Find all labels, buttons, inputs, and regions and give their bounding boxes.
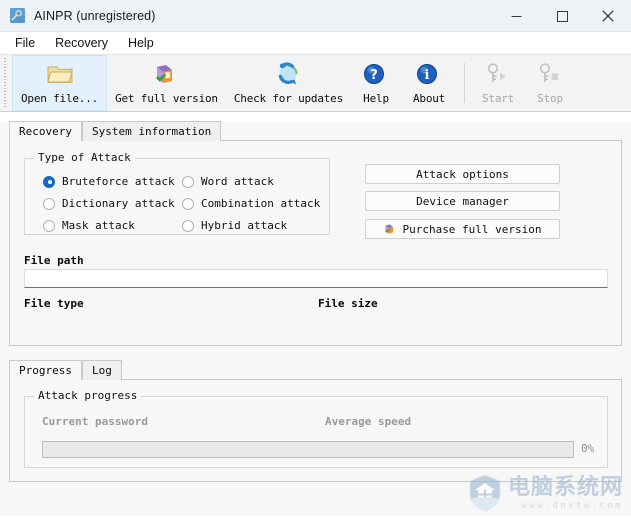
attack-progress-group: Attack progress Current password Average… (24, 389, 608, 468)
refresh-globe-icon (274, 62, 302, 88)
purchase-full-version-button[interactable]: Purchase full version (365, 219, 560, 239)
toolbar-label-stop: Stop (537, 92, 563, 105)
type-of-attack-group: Type of Attack Bruteforce attack Diction… (24, 151, 330, 235)
file-path-label: File path (24, 254, 84, 267)
question-mark-icon: ? (362, 62, 390, 88)
radio-row-bruteforce-attack[interactable]: Bruteforce attack (43, 175, 175, 188)
tab-log[interactable]: Log (81, 360, 122, 380)
svg-text:?: ? (370, 68, 378, 83)
content-area: Recovery System information Type of Atta… (0, 121, 631, 516)
radio-dictionary-attack[interactable] (43, 197, 55, 210)
radio-row-word-attack[interactable]: Word attack (182, 175, 274, 188)
toolbar-button-stop[interactable]: Stop (524, 55, 576, 111)
radio-label-hybrid-attack: Hybrid attack (201, 219, 288, 232)
file-type-label: File type (24, 297, 84, 310)
radio-label-word-attack: Word attack (201, 175, 274, 188)
radio-row-hybrid-attack[interactable]: Hybrid attack (182, 219, 287, 232)
key-app-icon (9, 7, 26, 24)
window-title: AINPR (unregistered) (34, 8, 156, 23)
recovery-panel: Type of Attack Bruteforce attack Diction… (9, 141, 622, 346)
purchase-box-icon (152, 62, 180, 88)
attack-options-button[interactable]: Attack options (365, 164, 560, 184)
average-speed-label: Average speed (325, 415, 412, 428)
radio-row-dictionary-attack[interactable]: Dictionary attack (43, 197, 175, 210)
current-password-label: Current password (42, 415, 148, 428)
attack-progress-title: Attack progress (34, 389, 142, 402)
toolbar-separator (464, 63, 466, 103)
key-stop-icon (536, 62, 564, 88)
tab-system-information[interactable]: System information (81, 121, 222, 141)
toolbar-label-open-file: Open file... (21, 92, 99, 105)
radio-combination-attack[interactable] (182, 197, 194, 210)
radio-label-combination-attack: Combination attack (201, 197, 321, 210)
key-play-icon (484, 62, 512, 88)
type-of-attack-title: Type of Attack (34, 151, 135, 164)
file-path-input[interactable] (24, 269, 608, 288)
toolbar-button-start[interactable]: Start (472, 55, 524, 111)
purchase-full-version-label: Purchase full version (402, 222, 542, 236)
radio-word-attack[interactable] (182, 175, 194, 188)
radio-label-bruteforce-attack: Bruteforce attack (62, 175, 175, 188)
radio-bruteforce-attack[interactable] (43, 175, 55, 188)
title-bar: AINPR (unregistered) (0, 0, 631, 32)
radio-row-mask-attack[interactable]: Mask attack (43, 219, 135, 232)
device-manager-button[interactable]: Device manager (365, 191, 560, 211)
purchase-box-icon (383, 222, 397, 236)
watermark-url: www.dnxtw.com (521, 500, 623, 511)
toolbar-button-about[interactable]: i About (401, 55, 457, 111)
toolbar-button-open-file[interactable]: Open file... (12, 55, 108, 111)
tab-progress[interactable]: Progress (9, 360, 82, 381)
maximize-icon[interactable] (539, 0, 585, 32)
window-controls (493, 0, 631, 32)
toolbar-label-check-for-updates: Check for updates (233, 92, 344, 105)
minimize-icon[interactable] (493, 0, 539, 32)
toolbar-label-about: About (412, 92, 446, 105)
radio-mask-attack[interactable] (43, 219, 55, 232)
menu-item-recovery[interactable]: Recovery (46, 34, 117, 52)
radio-hybrid-attack[interactable] (182, 219, 194, 232)
bottom-tabstrip: Progress Log (0, 360, 631, 381)
toolbar-label-start: Start (481, 92, 515, 105)
toolbar-button-get-full-version[interactable]: Get full version (107, 55, 226, 111)
file-size-label: File size (318, 297, 378, 310)
main-tabstrip: Recovery System information (0, 121, 631, 142)
toolbar-label-help: Help (363, 92, 389, 105)
toolbar: Open file... Get full version Check for … (0, 54, 631, 112)
toolbar-gripper[interactable] (2, 58, 10, 108)
close-icon[interactable] (585, 0, 631, 32)
attack-options-label: Attack options (416, 167, 509, 181)
radio-label-mask-attack: Mask attack (62, 219, 135, 232)
menu-item-help[interactable]: Help (119, 34, 163, 52)
menu-bar: File Recovery Help (0, 32, 631, 54)
folder-open-icon (46, 62, 74, 88)
tab-recovery[interactable]: Recovery (9, 121, 82, 142)
info-icon: i (415, 62, 443, 88)
attack-progress-bar (42, 441, 574, 458)
toolbar-label-get-full-version: Get full version (115, 92, 218, 105)
toolbar-button-check-for-updates[interactable]: Check for updates (226, 55, 351, 111)
radio-row-combination-attack[interactable]: Combination attack (182, 197, 320, 210)
attack-progress-percent: 0% (581, 442, 595, 455)
svg-text:i: i (425, 68, 430, 83)
menu-item-file[interactable]: File (6, 34, 44, 52)
toolbar-button-help[interactable]: ? Help (351, 55, 401, 111)
progress-panel: Attack progress Current password Average… (9, 380, 622, 482)
device-manager-label: Device manager (416, 194, 509, 208)
radio-label-dictionary-attack: Dictionary attack (62, 197, 175, 210)
